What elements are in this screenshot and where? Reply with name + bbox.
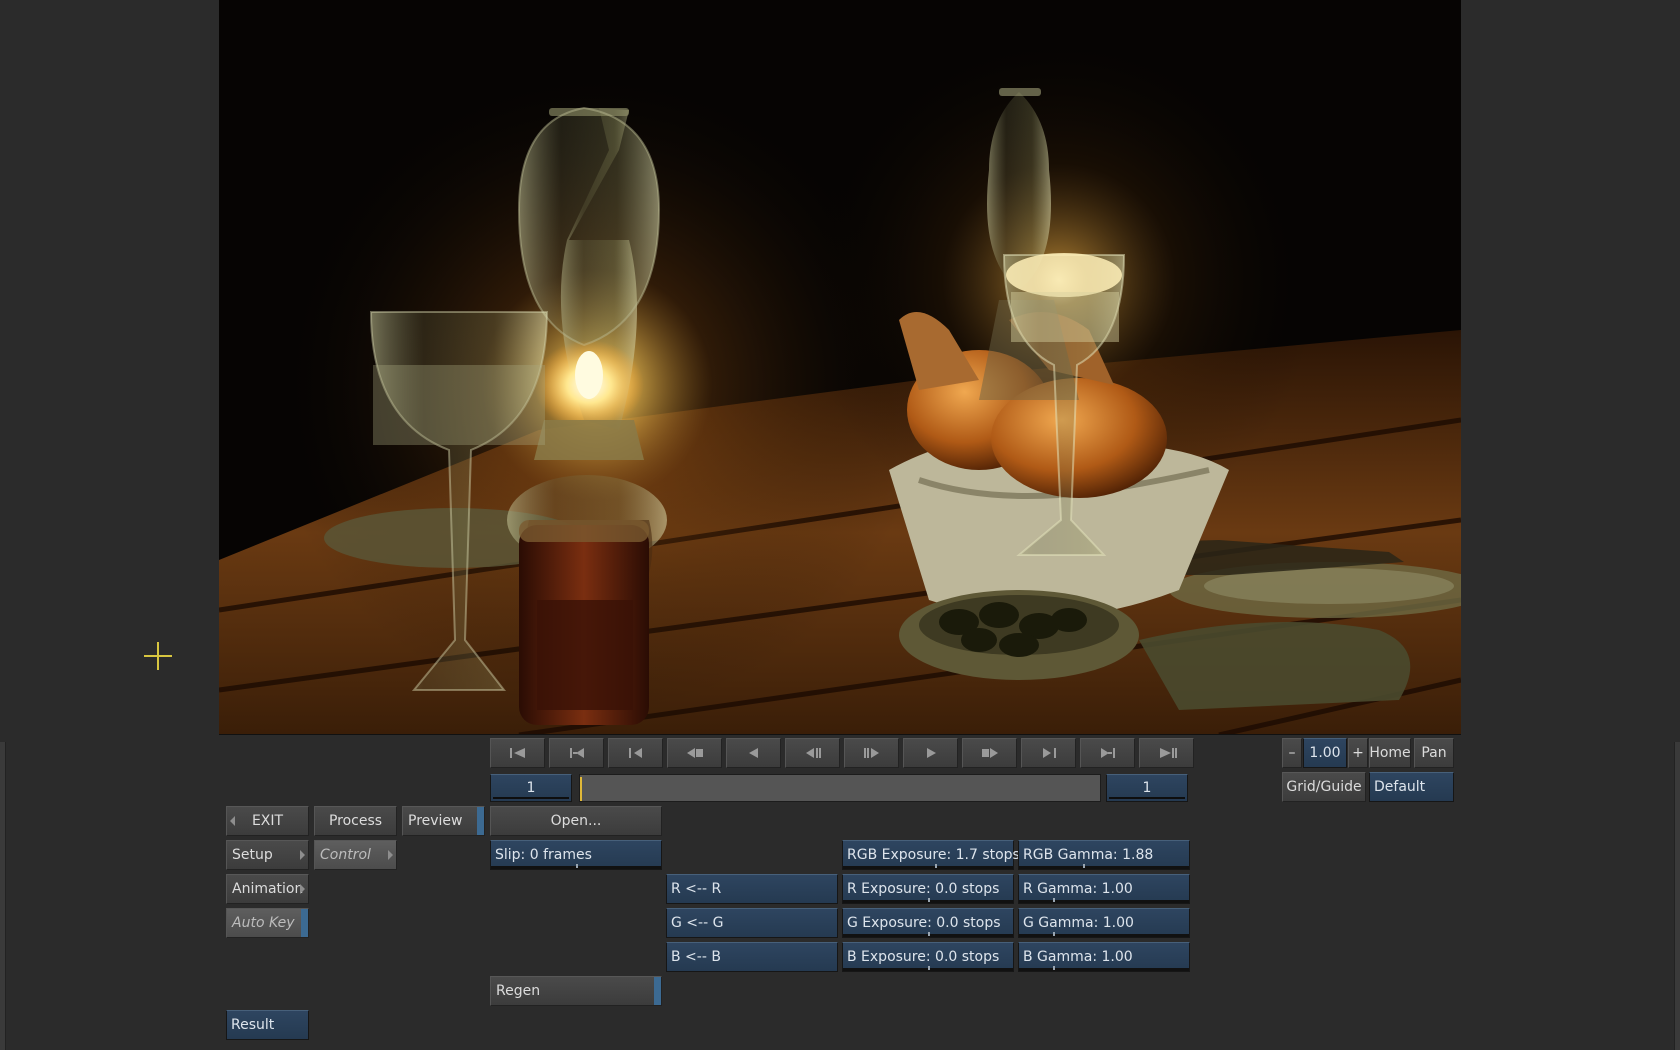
result-dropdown[interactable]: Result [226, 1010, 309, 1040]
red-gamma-slider[interactable]: R Gamma: 1.00 [1018, 874, 1190, 904]
process-button[interactable]: Process [314, 806, 397, 836]
timeline-scrubber[interactable] [579, 774, 1101, 802]
setup-menu-button[interactable]: Setup [226, 840, 309, 870]
preview-button[interactable]: Preview [402, 806, 485, 836]
home-button[interactable]: Home [1369, 738, 1411, 768]
green-exposure-slider[interactable]: G Exposure: 0.0 stops [842, 908, 1014, 938]
start-frame-field[interactable]: 1 [490, 774, 572, 802]
blue-exposure-slider[interactable]: B Exposure: 0.0 stops [842, 942, 1014, 972]
step-back-button[interactable] [785, 738, 840, 768]
blue-channel-source-dropdown[interactable]: B <-- B [666, 942, 838, 972]
grid-preset-dropdown[interactable]: Default [1369, 772, 1454, 802]
grid-guide-button[interactable]: Grid/Guide [1282, 772, 1366, 802]
go-to-start-button[interactable] [490, 738, 545, 768]
rewind-icon [686, 748, 703, 758]
exit-button[interactable]: EXIT [226, 806, 309, 836]
play-button[interactable] [903, 738, 958, 768]
step-back-icon [805, 748, 821, 758]
slider-tick [1053, 966, 1055, 970]
submenu-arrow-icon [388, 850, 393, 860]
rgb-gamma-slider[interactable]: RGB Gamma: 1.88 [1018, 840, 1190, 870]
slider-tick [928, 898, 930, 902]
step-forward-button[interactable] [844, 738, 899, 768]
next-keyframe-button[interactable] [1080, 738, 1135, 768]
go-to-end-icon [1159, 748, 1177, 758]
next-keyframe-icon [1100, 748, 1115, 758]
play-reverse-icon [748, 748, 758, 758]
pan-button[interactable]: Pan [1414, 738, 1454, 768]
red-exposure-slider[interactable]: R Exposure: 0.0 stops [842, 874, 1014, 904]
step-forward-icon [863, 748, 879, 758]
go-to-end-button[interactable] [1139, 738, 1194, 768]
fast-forward-button[interactable] [962, 738, 1017, 768]
next-mark-button[interactable] [1021, 738, 1076, 768]
candlelit-table-image [219, 0, 1461, 734]
zoom-out-button[interactable]: – [1282, 738, 1302, 768]
slip-frames-slider[interactable]: Slip: 0 frames [490, 840, 662, 870]
previous-mark-button[interactable] [608, 738, 663, 768]
regen-button[interactable]: Regen [490, 976, 662, 1006]
rewind-button[interactable] [667, 738, 722, 768]
previous-keyframe-button[interactable] [549, 738, 604, 768]
blue-gamma-slider[interactable]: B Gamma: 1.00 [1018, 942, 1190, 972]
fast-forward-icon [981, 748, 998, 758]
green-gamma-slider[interactable]: G Gamma: 1.00 [1018, 908, 1190, 938]
go-to-start-icon [509, 748, 525, 758]
preview-indicator [477, 807, 484, 835]
slider-tick [935, 864, 937, 868]
left-panel-edge [0, 742, 6, 1050]
right-panel-edge [1674, 742, 1680, 1050]
slider-tick [576, 864, 578, 868]
submenu-arrow-icon [300, 850, 305, 860]
previous-mark-icon [628, 748, 642, 758]
open-button[interactable]: Open... [490, 806, 662, 836]
next-mark-icon [1042, 748, 1056, 758]
end-frame-field[interactable]: 1 [1106, 774, 1188, 802]
crosshair-cursor-icon [144, 642, 172, 670]
auto-key-toggle[interactable]: Auto Key [226, 908, 309, 938]
green-channel-source-dropdown[interactable]: G <-- G [666, 908, 838, 938]
play-reverse-button[interactable] [726, 738, 781, 768]
regen-indicator [654, 977, 661, 1005]
playhead-marker[interactable] [580, 777, 582, 801]
slider-tick [928, 932, 930, 936]
zoom-in-button[interactable]: + [1348, 738, 1368, 768]
red-channel-source-dropdown[interactable]: R <-- R [666, 874, 838, 904]
animation-menu-button[interactable]: Animation [226, 874, 309, 904]
play-icon [926, 748, 936, 758]
zoom-field[interactable]: 1.00 [1303, 738, 1347, 768]
slider-tick [1053, 932, 1055, 936]
slider-tick [1083, 864, 1085, 868]
slider-tick [928, 966, 930, 970]
slider-tick [1053, 898, 1055, 902]
rgb-exposure-slider[interactable]: RGB Exposure: 1.7 stops [842, 840, 1020, 870]
submenu-arrow-icon [300, 884, 305, 894]
previous-keyframe-icon [569, 748, 584, 758]
control-menu-button[interactable]: Control [314, 840, 397, 870]
auto-key-indicator [301, 909, 308, 937]
back-arrow-icon [230, 816, 235, 826]
image-viewer[interactable] [219, 0, 1461, 735]
